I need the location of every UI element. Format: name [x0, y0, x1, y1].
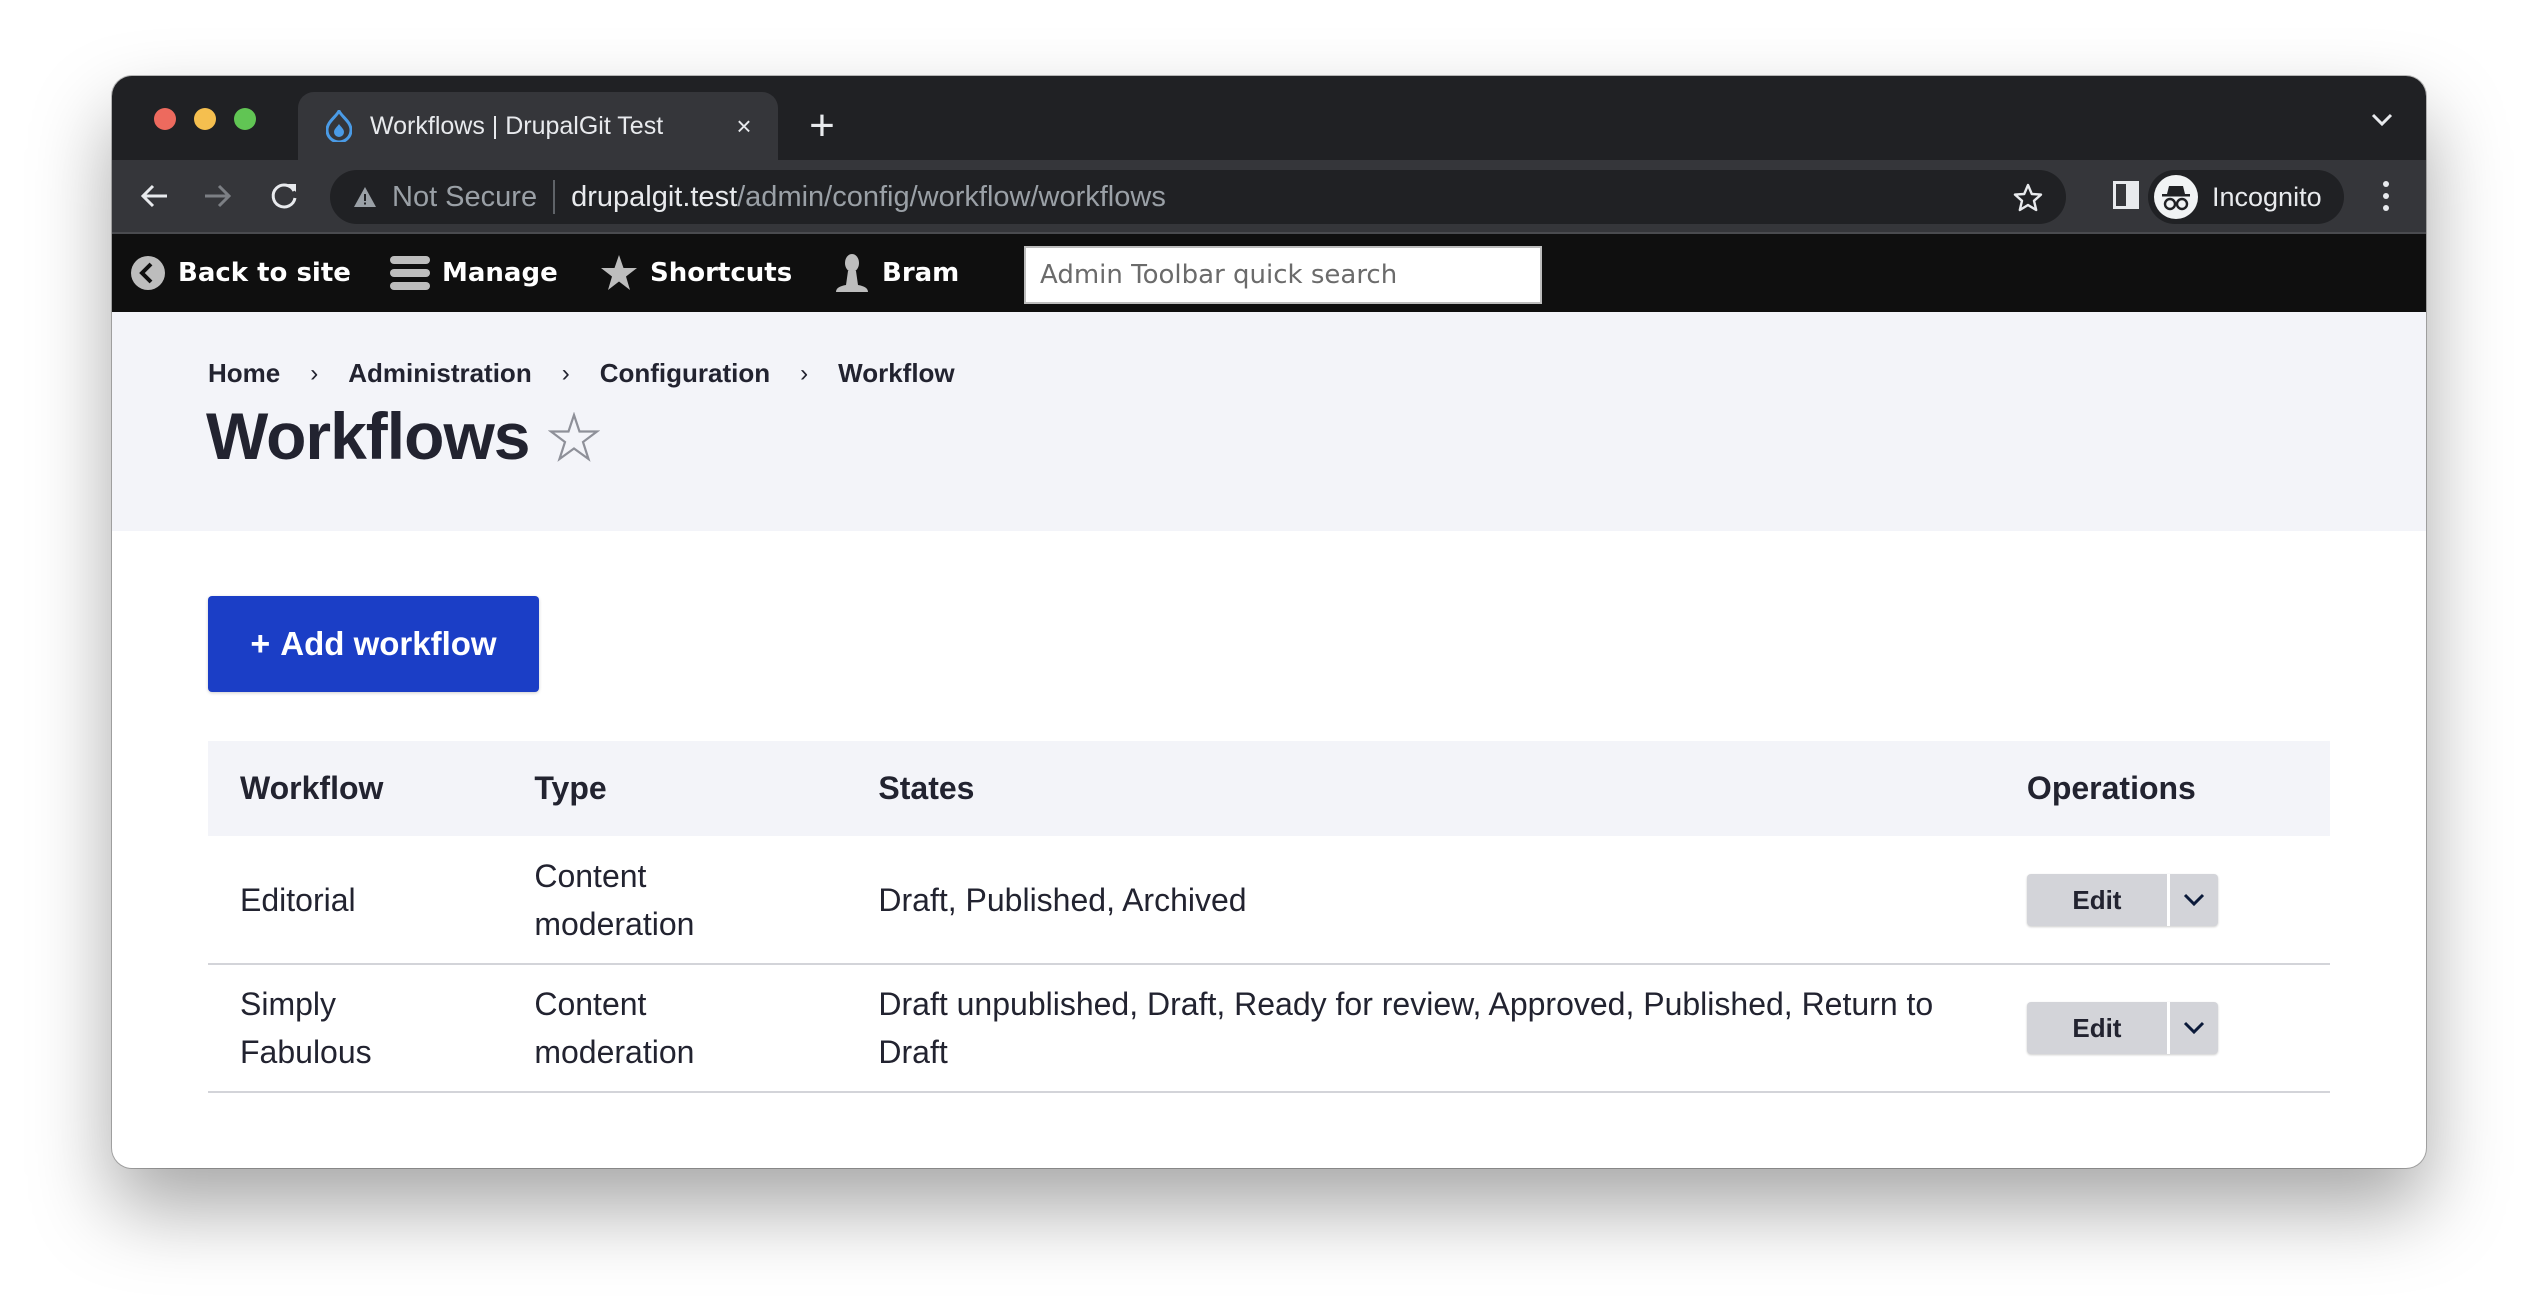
close-window-button[interactable]	[154, 108, 176, 130]
operations-dropbutton: Edit	[2026, 1002, 2218, 1054]
toolbar-back-to-site[interactable]: Back to site	[130, 234, 351, 312]
page-title: Workflows	[206, 399, 530, 473]
url-path: /admin/config/workflow/workflows	[737, 180, 1166, 213]
toolbar-shortcuts[interactable]: Shortcuts	[600, 234, 792, 312]
incognito-label: Incognito	[2212, 181, 2322, 212]
browser-window: Workflows | DrupalGit Test × + Not Secur…	[112, 76, 2426, 1168]
breadcrumb: Home › Administration › Configuration › …	[208, 358, 955, 389]
browser-menu-icon[interactable]	[2374, 176, 2398, 216]
tab-title: Workflows | DrupalGit Test	[370, 111, 664, 140]
cell-workflow: Simply Fabulous	[240, 986, 372, 1070]
new-tab-button[interactable]: +	[800, 100, 844, 152]
toolbar-user[interactable]: Bram	[834, 234, 959, 312]
table-row: Editorial Content moderation Draft, Publ…	[208, 836, 2330, 964]
cell-operations: Edit	[2026, 836, 2330, 964]
forward-arrow-icon[interactable]	[198, 176, 238, 216]
minimize-window-button[interactable]	[194, 108, 216, 130]
url-host: drupalgit.test	[571, 180, 738, 213]
column-header-operations: Operations	[2026, 770, 2196, 806]
breadcrumb-workflow[interactable]: Workflow	[838, 358, 955, 389]
side-panel-icon[interactable]	[2112, 180, 2140, 210]
edit-button[interactable]: Edit	[2027, 1002, 2170, 1054]
cell-type: Content moderation	[534, 986, 695, 1070]
admin-toolbar: Back to site Manage Shortcuts Bram	[112, 234, 2426, 312]
tab-close-icon[interactable]: ×	[724, 111, 764, 142]
edit-button[interactable]: Edit	[2027, 873, 2170, 926]
reload-icon[interactable]	[264, 176, 304, 216]
warning-triangle-icon[interactable]	[352, 184, 378, 210]
bookmark-star-icon[interactable]	[2012, 182, 2044, 214]
tab-strip: Workflows | DrupalGit Test × +	[112, 76, 2426, 160]
browser-tab-active[interactable]: Workflows | DrupalGit Test ×	[298, 92, 778, 160]
browser-toolbar: Not Secure drupalgit.test/admin/config/w…	[112, 160, 2426, 234]
toolbar-manage-label: Manage	[442, 258, 558, 288]
column-header-workflow: Workflow	[240, 770, 384, 806]
admin-toolbar-search-input[interactable]	[1024, 246, 1542, 304]
incognito-icon	[2154, 175, 2198, 219]
breadcrumb-separator: ›	[800, 359, 809, 387]
security-label[interactable]: Not Secure	[392, 181, 537, 214]
chevron-down-icon	[2183, 893, 2204, 906]
add-workflow-button[interactable]: + Add workflow	[208, 596, 539, 692]
toolbar-user-label: Bram	[882, 258, 960, 288]
incognito-profile-button[interactable]: Incognito	[2148, 170, 2344, 224]
operations-dropbutton: Edit	[2026, 873, 2218, 926]
address-separator	[553, 180, 556, 214]
maximize-window-button[interactable]	[234, 108, 256, 130]
toolbar-back-to-site-label: Back to site	[178, 258, 351, 288]
page-header: Home › Administration › Configuration › …	[112, 312, 2426, 531]
breadcrumb-separator: ›	[561, 359, 570, 387]
cell-workflow: Editorial	[240, 881, 356, 918]
chevron-down-icon	[2183, 1021, 2204, 1035]
table-header-row: Workflow Type States Operations	[208, 741, 2330, 836]
cell-states: Draft unpublished, Draft, Ready for revi…	[878, 986, 1934, 1070]
table-row: Simply Fabulous Content moderation Draft…	[208, 964, 2330, 1092]
star-icon	[600, 254, 638, 292]
workflows-table: Workflow Type States Operations Editoria…	[208, 741, 2330, 1093]
add-shortcut-star-icon[interactable]	[547, 411, 601, 464]
address-bar[interactable]: Not Secure drupalgit.test/admin/config/w…	[330, 170, 2066, 224]
breadcrumb-separator: ›	[310, 359, 319, 387]
tab-search-chevron-icon[interactable]	[2368, 106, 2396, 134]
breadcrumb-administration[interactable]: Administration	[348, 358, 531, 389]
drupal-drop-icon	[324, 109, 354, 143]
operations-toggle-button[interactable]	[2170, 1002, 2218, 1054]
hamburger-icon	[390, 255, 430, 291]
column-header-states: States	[878, 770, 975, 806]
toolbar-manage[interactable]: Manage	[390, 234, 558, 312]
toolbar-shortcuts-label: Shortcuts	[650, 258, 793, 288]
back-arrow-icon[interactable]	[134, 176, 174, 216]
cell-states: Draft, Published, Archived	[878, 881, 1247, 918]
column-header-type: Type	[534, 770, 607, 806]
plus-icon: +	[250, 624, 271, 663]
operations-toggle-button[interactable]	[2170, 874, 2218, 926]
breadcrumb-home[interactable]: Home	[208, 358, 280, 389]
cell-operations: Edit	[2026, 964, 2330, 1092]
chevron-left-circle-icon	[130, 255, 166, 291]
user-icon	[834, 253, 870, 293]
cell-type: Content moderation	[534, 857, 695, 942]
breadcrumb-configuration[interactable]: Configuration	[600, 358, 770, 389]
add-workflow-label: Add workflow	[280, 625, 497, 662]
